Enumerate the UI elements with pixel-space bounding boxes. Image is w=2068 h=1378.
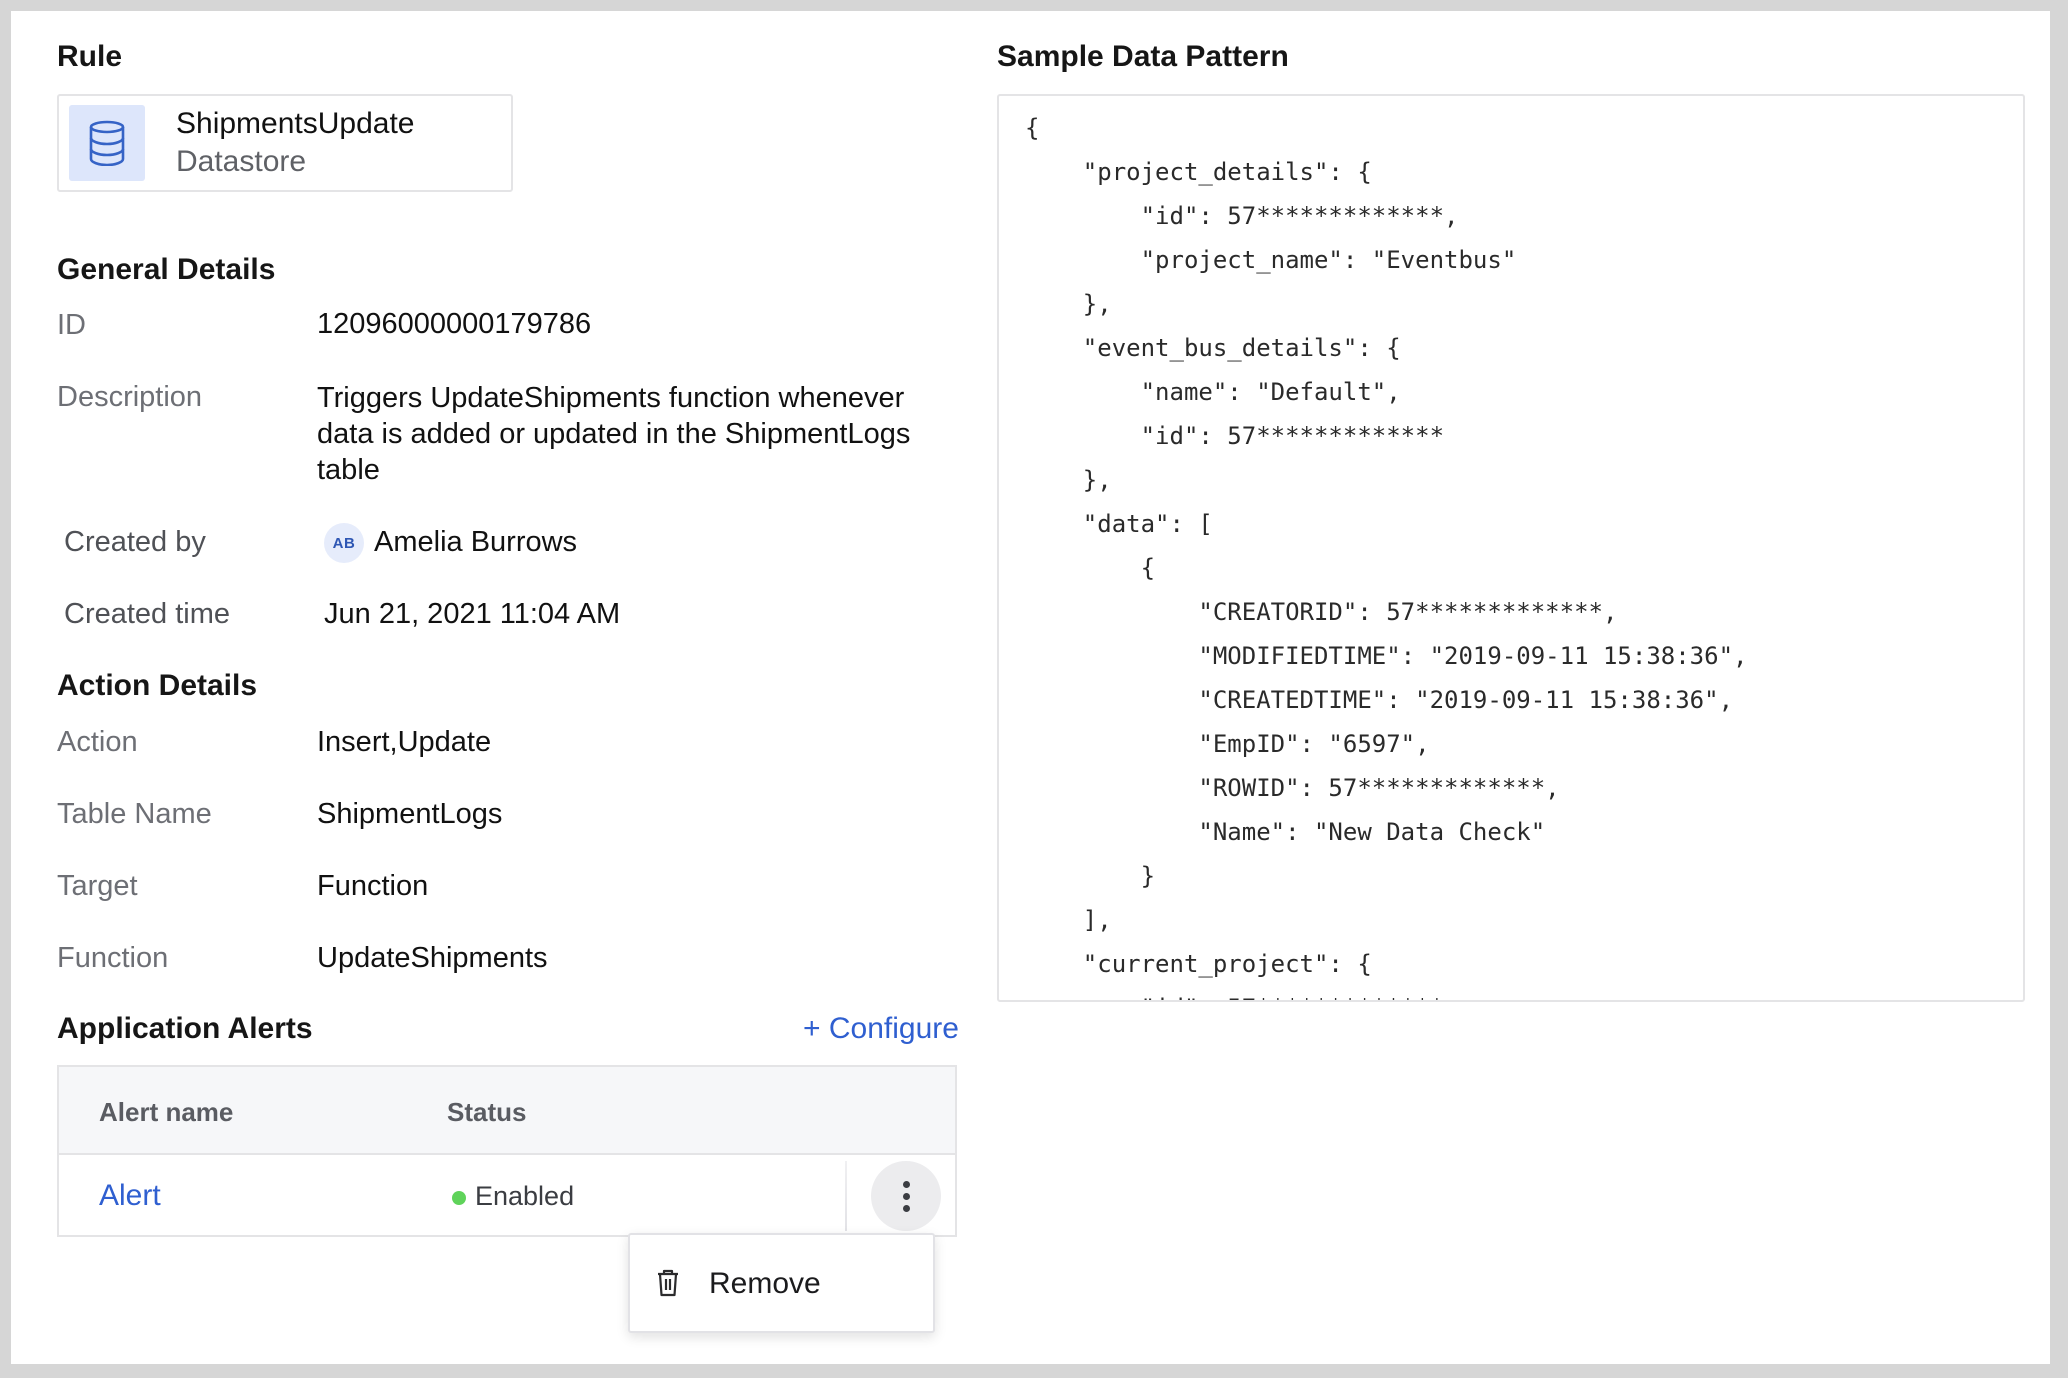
rule-icon-box xyxy=(69,105,145,181)
created-by-value: Amelia Burrows xyxy=(374,526,578,558)
function-label: Function xyxy=(57,942,169,974)
application-alerts-heading: Application Alerts xyxy=(57,1012,313,1045)
target-label: Target xyxy=(57,870,138,902)
code-line: } xyxy=(1025,862,1156,890)
code-line: "MODIFIEDTIME": "2019-09-11 15:38:36", xyxy=(1025,642,1748,670)
status-badge: Enabled xyxy=(475,1181,575,1211)
created-by-label: Created by xyxy=(64,526,206,558)
code-line: { xyxy=(1025,554,1156,582)
code-line: "CREATORID": 57*************, xyxy=(1025,598,1618,626)
row-divider xyxy=(845,1161,847,1231)
code-line: "ROWID": 57*************, xyxy=(1025,774,1560,802)
created-time-label: Created time xyxy=(64,598,231,630)
code-line: "project_details": { xyxy=(1025,158,1372,186)
trash-icon xyxy=(658,1269,678,1297)
rule-card: ShipmentsUpdate Datastore xyxy=(57,94,513,192)
status-enabled-dot xyxy=(452,1191,466,1205)
avatar: AB xyxy=(324,523,364,563)
rule-type: Datastore xyxy=(176,145,307,178)
general-details-heading: General Details xyxy=(57,253,276,286)
target-value: Function xyxy=(317,870,429,902)
remove-label: Remove xyxy=(709,1267,821,1300)
id-value: 12096000000179786 xyxy=(317,308,592,340)
table-name-value: ShipmentLogs xyxy=(317,798,503,830)
code-line: "event_bus_details": { xyxy=(1025,334,1401,362)
code-line: "id": 57*************, xyxy=(1025,202,1459,230)
remove-menu-item[interactable]: Remove xyxy=(630,1235,933,1331)
sample-data-code-panel[interactable]: { "project_details": { "id": 57*********… xyxy=(997,94,2025,1002)
code-line: "Name": "New Data Check" xyxy=(1025,818,1546,846)
column-header-status: Status xyxy=(447,1097,527,1127)
code-line: "name": "Default", xyxy=(1025,378,1401,406)
configure-link[interactable]: + Configure xyxy=(803,1012,959,1046)
table-name-label: Table Name xyxy=(57,798,212,830)
code-line: "CREATEDTIME": "2019-09-11 15:38:36", xyxy=(1025,686,1734,714)
description-value: Triggers UpdateShipments function whenev… xyxy=(317,382,911,486)
action-value: Insert,Update xyxy=(317,726,492,758)
alert-options-menu: Remove xyxy=(628,1233,935,1333)
action-label: Action xyxy=(57,726,138,758)
code-line: { xyxy=(1025,114,1040,142)
code-line: "id": 57************* xyxy=(1025,422,1445,450)
table-row: Alert Enabled xyxy=(59,1155,955,1237)
more-vertical-icon-dot xyxy=(902,1192,910,1200)
code-line: ], xyxy=(1025,906,1112,934)
id-label: ID xyxy=(57,309,86,341)
function-value: UpdateShipments xyxy=(317,942,548,974)
created-time-value: Jun 21, 2021 11:04 AM xyxy=(324,598,621,630)
alerts-table-header: Alert name Status xyxy=(59,1067,955,1155)
code-line: "data": [ xyxy=(1025,510,1213,538)
more-vertical-icon-dot xyxy=(902,1204,910,1212)
rule-name: ShipmentsUpdate xyxy=(176,107,415,140)
more-vertical-icon xyxy=(902,1180,910,1188)
database-icon xyxy=(89,120,125,166)
code-line: "project_name": "Eventbus" xyxy=(1025,246,1517,274)
action-details-heading: Action Details xyxy=(57,669,258,702)
more-options-button[interactable] xyxy=(871,1161,941,1231)
code-line: }, xyxy=(1025,290,1112,318)
code-line: }, xyxy=(1025,466,1112,494)
sample-data-heading: Sample Data Pattern xyxy=(997,40,1289,73)
code-line: "EmpID": "6597", xyxy=(1025,730,1430,758)
alerts-table: Alert name Status Alert Enabled xyxy=(57,1065,957,1237)
column-header-alert-name: Alert name xyxy=(99,1097,234,1127)
description-label: Description xyxy=(57,381,203,413)
rule-heading: Rule xyxy=(57,40,123,73)
alert-name-link[interactable]: Alert xyxy=(99,1179,161,1213)
code-line: "current_project": { xyxy=(1025,950,1372,978)
code-line: "id": 57*************, xyxy=(1025,994,1459,1000)
